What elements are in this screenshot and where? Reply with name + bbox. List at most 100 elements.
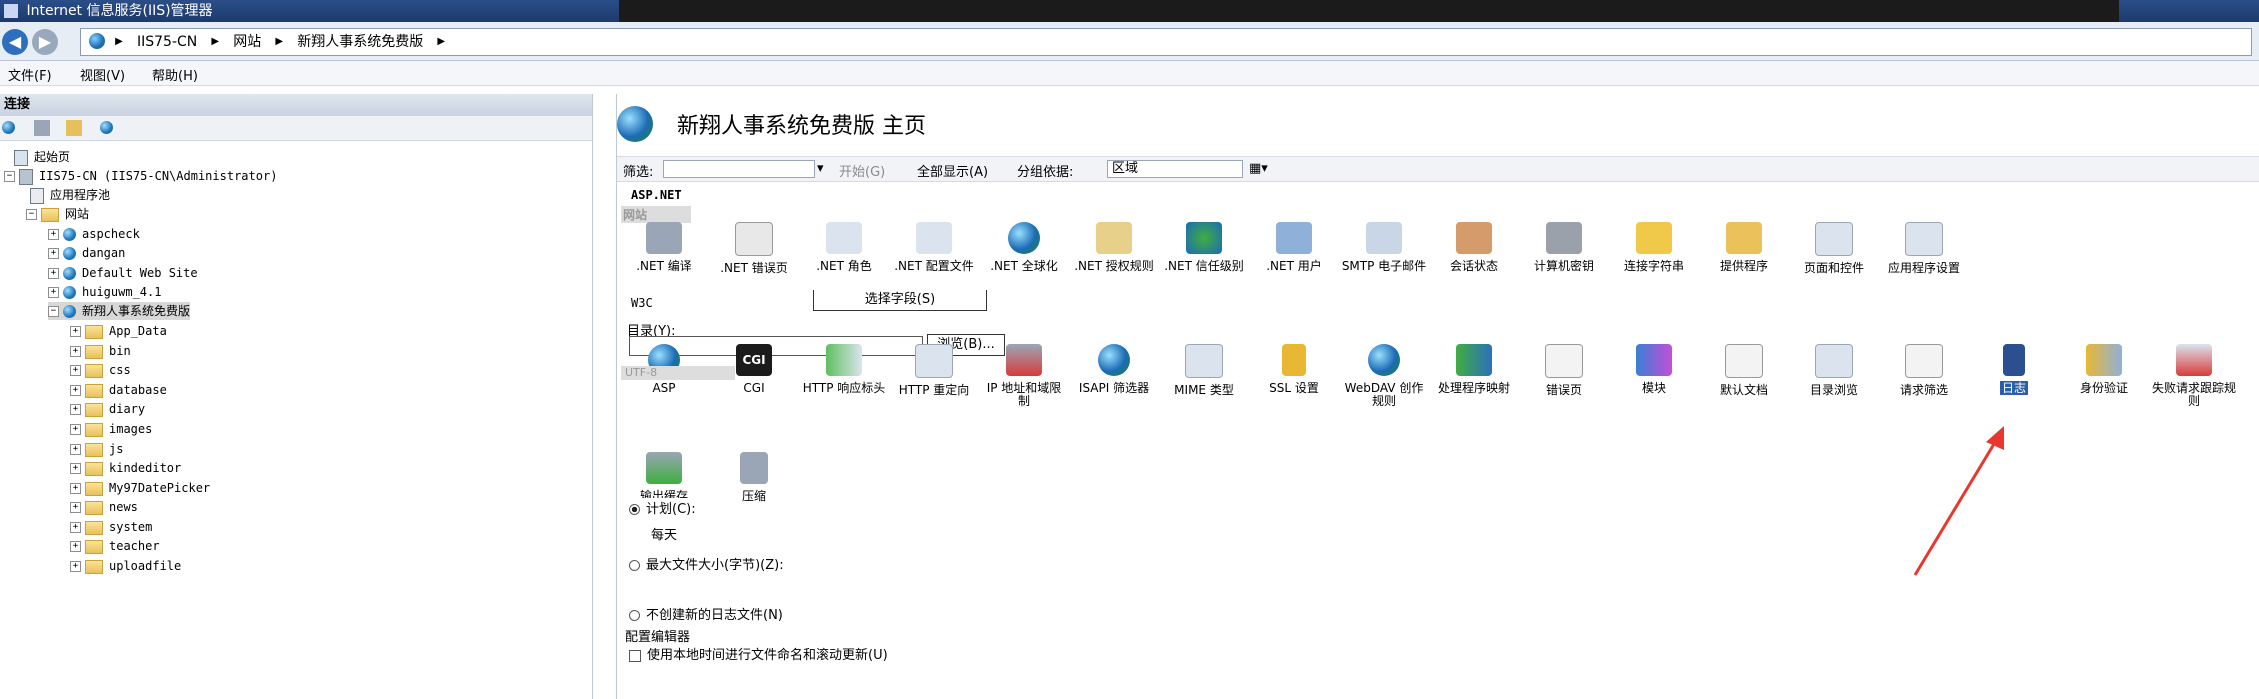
tree-item-server[interactable]: − IIS75-CN (IIS75-CN\Administrator) — [4, 167, 277, 185]
feature-directory-browsing[interactable]: 目录浏览 — [1791, 344, 1877, 397]
feature-smtp[interactable]: SMTP 电子邮件 — [1341, 222, 1427, 273]
tree-item-folder[interactable]: + database — [70, 381, 167, 399]
chevron-right-icon[interactable]: ▶ — [275, 29, 283, 55]
feature-request-filtering[interactable]: 请求筛选 — [1881, 344, 1967, 397]
local-time-checkbox[interactable]: 使用本地时间进行文件命名和滚动更新(U) — [629, 644, 888, 663]
feature-http-redirect[interactable]: HTTP 重定向 — [891, 344, 977, 397]
up-folder-icon[interactable] — [66, 120, 82, 136]
filter-label: 筛选: — [623, 165, 654, 180]
globe-icon — [89, 33, 105, 49]
chevron-right-icon[interactable]: ▶ — [437, 29, 445, 55]
tree-item-folder[interactable]: + js — [70, 440, 123, 458]
feature-net-authorization[interactable]: .NET 授权规则 — [1071, 222, 1157, 273]
tree-item-folder[interactable]: + uploadfile — [70, 557, 181, 575]
w3c-label: W3C — [631, 296, 653, 310]
breadcrumb[interactable]: ▶ IIS75-CN ▶ 网站 ▶ 新翔人事系统免费版 ▶ — [80, 28, 2252, 56]
connections-toolbar — [0, 116, 592, 141]
chevron-down-icon[interactable]: ▾ — [817, 161, 824, 176]
breadcrumb-server[interactable]: IIS75-CN — [137, 29, 197, 55]
feature-modules[interactable]: 模块 — [1611, 344, 1697, 395]
feature-ssl-settings[interactable]: SSL 设置 — [1251, 344, 1337, 395]
feature-app-settings[interactable]: 应用程序设置 — [1881, 222, 1967, 275]
feature-machine-key[interactable]: 计算机密钥 — [1521, 222, 1607, 273]
menu-help[interactable]: 帮助(H) — [152, 65, 198, 84]
start-filter-button[interactable]: 开始(G) — [839, 161, 885, 180]
tree-item-folder[interactable]: + system — [70, 518, 152, 536]
chevron-right-icon[interactable]: ▶ — [211, 29, 219, 55]
daily-value: 每天 — [651, 528, 678, 543]
forward-button[interactable]: ▶ — [32, 29, 58, 55]
feature-isapi-filters[interactable]: ISAPI 筛选器 — [1071, 344, 1157, 395]
section-site-ghost: 网站 — [621, 206, 692, 223]
tree-item-folder[interactable]: + My97DatePicker — [70, 479, 210, 497]
tree-item-site[interactable]: + huiguwm_4.1 — [48, 283, 161, 301]
feature-default-document[interactable]: 默认文档 — [1701, 344, 1787, 397]
tree-item-folder[interactable]: + kindeditor — [70, 459, 181, 477]
tree-item-site[interactable]: + aspcheck — [48, 225, 140, 243]
feature-ip-restrictions[interactable]: IP 地址和域限制 — [981, 344, 1067, 408]
feature-net-roles[interactable]: .NET 角色 — [801, 222, 887, 273]
tree-item-folder[interactable]: + news — [70, 498, 138, 516]
connections-pane: 连接 起始页 − IIS75-CN (IIS75-CN\Administrator… — [0, 94, 593, 699]
tree-item-sites[interactable]: − 网站 — [26, 205, 89, 223]
tree-item-selected-site[interactable]: − 新翔人事系统免费版 — [48, 302, 191, 320]
feature-pages-controls[interactable]: 页面和控件 — [1791, 222, 1877, 275]
filter-bar: 筛选: ▾ 开始(G) 全部显示(A) 分组依据: 区域 ▦▾ — [617, 156, 2259, 182]
tree-item-app-pools[interactable]: 应用程序池 — [30, 186, 110, 204]
feature-compression[interactable]: 压缩 — [711, 452, 797, 503]
menu-file[interactable]: 文件(F) — [8, 65, 52, 84]
section-aspnet: ASP.NET — [631, 188, 682, 202]
feature-output-caching[interactable]: 输出缓存 — [621, 452, 707, 503]
feature-authentication[interactable]: 身份验证 — [2061, 344, 2147, 395]
red-arrow-annotation — [1913, 426, 2004, 576]
feature-handler-mappings[interactable]: 处理程序映射 — [1431, 344, 1517, 395]
page-title: 新翔人事系统免费版 主页 — [677, 114, 926, 139]
feature-net-profile[interactable]: .NET 配置文件 — [891, 222, 977, 273]
connections-header: 连接 — [0, 94, 592, 116]
breadcrumb-site[interactable]: 新翔人事系统免费版 — [297, 29, 423, 55]
group-by-select[interactable]: 区域 — [1107, 160, 1243, 178]
iis-app-icon — [4, 4, 18, 18]
feature-net-globalization[interactable]: .NET 全球化 — [981, 222, 1067, 273]
tree-item-folder[interactable]: + css — [70, 361, 131, 379]
feature-net-compilation[interactable]: .NET 编译 — [621, 222, 707, 273]
schedule-radio[interactable]: 计划(C): — [629, 498, 726, 517]
feature-net-error-pages[interactable]: .NET 错误页 — [711, 222, 797, 275]
view-toggle-icon[interactable]: ▦▾ — [1249, 161, 1268, 176]
feature-mime-types[interactable]: MIME 类型 — [1161, 344, 1247, 397]
tree-item-site[interactable]: + dangan — [48, 244, 125, 262]
feature-webdav[interactable]: WebDAV 创作规则 — [1341, 344, 1427, 408]
tree-item-folder[interactable]: + bin — [70, 342, 131, 360]
no-new-file-radio[interactable]: 不创建新的日志文件(N) — [629, 604, 783, 623]
tree-item-folder[interactable]: + teacher — [70, 537, 160, 555]
title-bar-dark-region — [619, 0, 2119, 22]
tree-item-start-page[interactable]: 起始页 — [14, 148, 70, 166]
feature-providers[interactable]: 提供程序 — [1701, 222, 1787, 273]
feature-connection-strings[interactable]: 连接字符串 — [1611, 222, 1697, 273]
feature-net-trust[interactable]: .NET 信任级别 — [1161, 222, 1247, 273]
filter-input[interactable] — [663, 160, 815, 178]
select-fields-button[interactable]: 选择字段(S) — [813, 290, 987, 311]
tree-item-site[interactable]: + Default Web Site — [48, 264, 198, 282]
feature-net-users[interactable]: .NET 用户 — [1251, 222, 1337, 273]
utf8-ghost-label: UTF-8 — [621, 366, 735, 380]
connect-icon[interactable] — [2, 120, 18, 136]
save-icon[interactable] — [34, 120, 50, 136]
feature-session-state[interactable]: 会话状态 — [1431, 222, 1517, 273]
show-all-button[interactable]: 全部显示(A) — [917, 161, 988, 180]
feature-failed-request-tracing[interactable]: 失败请求跟踪规则 — [2151, 344, 2237, 408]
config-editor-label: 配置编辑器 — [625, 630, 691, 645]
tree-item-folder[interactable]: + images — [70, 420, 152, 438]
max-size-radio[interactable]: 最大文件大小(字节)(Z): — [629, 554, 784, 573]
features-pane: 新翔人事系统免费版 主页 筛选: ▾ 开始(G) 全部显示(A) 分组依据: 区… — [616, 94, 2259, 699]
back-button[interactable]: ◀ — [2, 29, 28, 55]
refresh-icon[interactable] — [100, 120, 116, 136]
feature-error-pages[interactable]: 错误页 — [1521, 344, 1607, 397]
feature-http-response-headers[interactable]: HTTP 响应标头 — [801, 344, 887, 395]
tree-item-folder[interactable]: + App_Data — [70, 322, 167, 340]
breadcrumb-sites[interactable]: 网站 — [233, 29, 261, 55]
tree-item-folder[interactable]: + diary — [70, 400, 145, 418]
chevron-right-icon[interactable]: ▶ — [115, 29, 123, 55]
feature-logging[interactable]: 日志 — [1971, 344, 2057, 395]
menu-view[interactable]: 视图(V) — [80, 65, 125, 84]
